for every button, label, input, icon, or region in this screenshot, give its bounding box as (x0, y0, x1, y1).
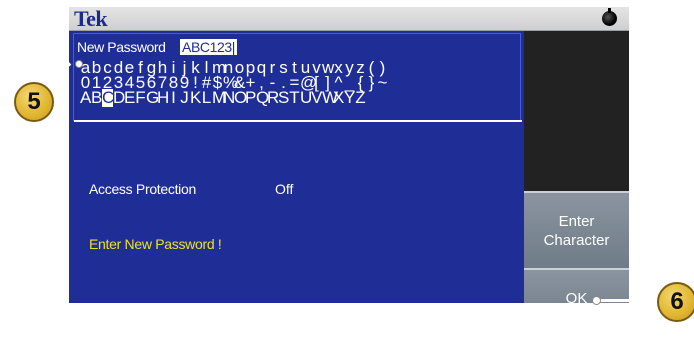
screen-bottom-edge (69, 303, 629, 311)
keyboard-key[interactable]: Z (355, 89, 366, 107)
keyboard-row-uppercase: ABCDEFGHIJKLMNOPQRSTUVWXYZ (80, 89, 530, 107)
keyboard-key[interactable]: U (300, 89, 312, 107)
keyboard-key[interactable]: K (190, 89, 201, 107)
keyboard-key[interactable]: H (157, 89, 169, 107)
keyboard-key[interactable]: N (223, 89, 235, 107)
keyboard-key[interactable]: X (333, 89, 344, 107)
access-protection-label: Access Protection (89, 181, 196, 197)
callout-5-badge: 5 (14, 82, 54, 122)
callout-6-pointer (592, 296, 601, 305)
keyboard-key[interactable]: D (113, 89, 125, 107)
keyboard-key[interactable]: V (311, 89, 322, 107)
keyboard-divider (74, 120, 522, 122)
callout-5-pointer (75, 60, 83, 68)
keyboard-key[interactable]: P (245, 89, 256, 107)
keyboard-key[interactable]: W (322, 89, 338, 107)
password-panel: New Password ABC123| abcdefghijklmnopqrs… (69, 31, 524, 303)
keyboard-key[interactable]: A (80, 89, 91, 107)
callout-6-badge: 6 (657, 282, 694, 322)
keyboard-key[interactable]: I (168, 89, 179, 107)
keyboard-key[interactable]: G (146, 89, 159, 107)
keyboard-key[interactable]: F (135, 89, 146, 107)
keyboard-key[interactable]: Q (256, 89, 269, 107)
enter-character-label-line2: Character (543, 231, 610, 249)
callout-6-leader (598, 299, 658, 302)
status-message: Enter New Password ! (89, 236, 222, 252)
keyboard-key[interactable]: R (267, 89, 279, 107)
new-password-label: New Password (77, 39, 166, 55)
new-password-field[interactable]: ABC123| (180, 39, 237, 55)
keyboard-key[interactable]: S (278, 89, 289, 107)
keyboard-key[interactable]: J (179, 89, 190, 107)
enter-character-button[interactable]: Enter Character (524, 191, 629, 268)
password-entry-box: New Password ABC123| abcdefghijklmnopqrs… (73, 33, 522, 122)
keyboard-key[interactable]: M (212, 89, 226, 107)
keyboard-key[interactable]: B (91, 89, 102, 107)
tek-logo: Tek (74, 7, 108, 31)
access-protection-value: Off (275, 181, 294, 197)
enter-character-label-line1: Enter (558, 212, 595, 230)
softkey-sidebar: Enter Character OK (524, 31, 629, 311)
instrument-screen: Tek New Password ABC123| abcdefghijklmno… (69, 7, 629, 311)
softkey-blank (524, 31, 629, 191)
title-bar: Tek (69, 7, 629, 31)
keyboard-key[interactable]: T (289, 89, 300, 107)
keyboard-key[interactable]: C (102, 89, 114, 107)
keyboard-key[interactable]: E (124, 89, 135, 107)
clock-icon (602, 8, 617, 26)
keyboard-key[interactable]: O (234, 89, 247, 107)
keyboard-key[interactable]: L (201, 89, 212, 107)
keyboard-key[interactable]: Y (344, 89, 355, 107)
